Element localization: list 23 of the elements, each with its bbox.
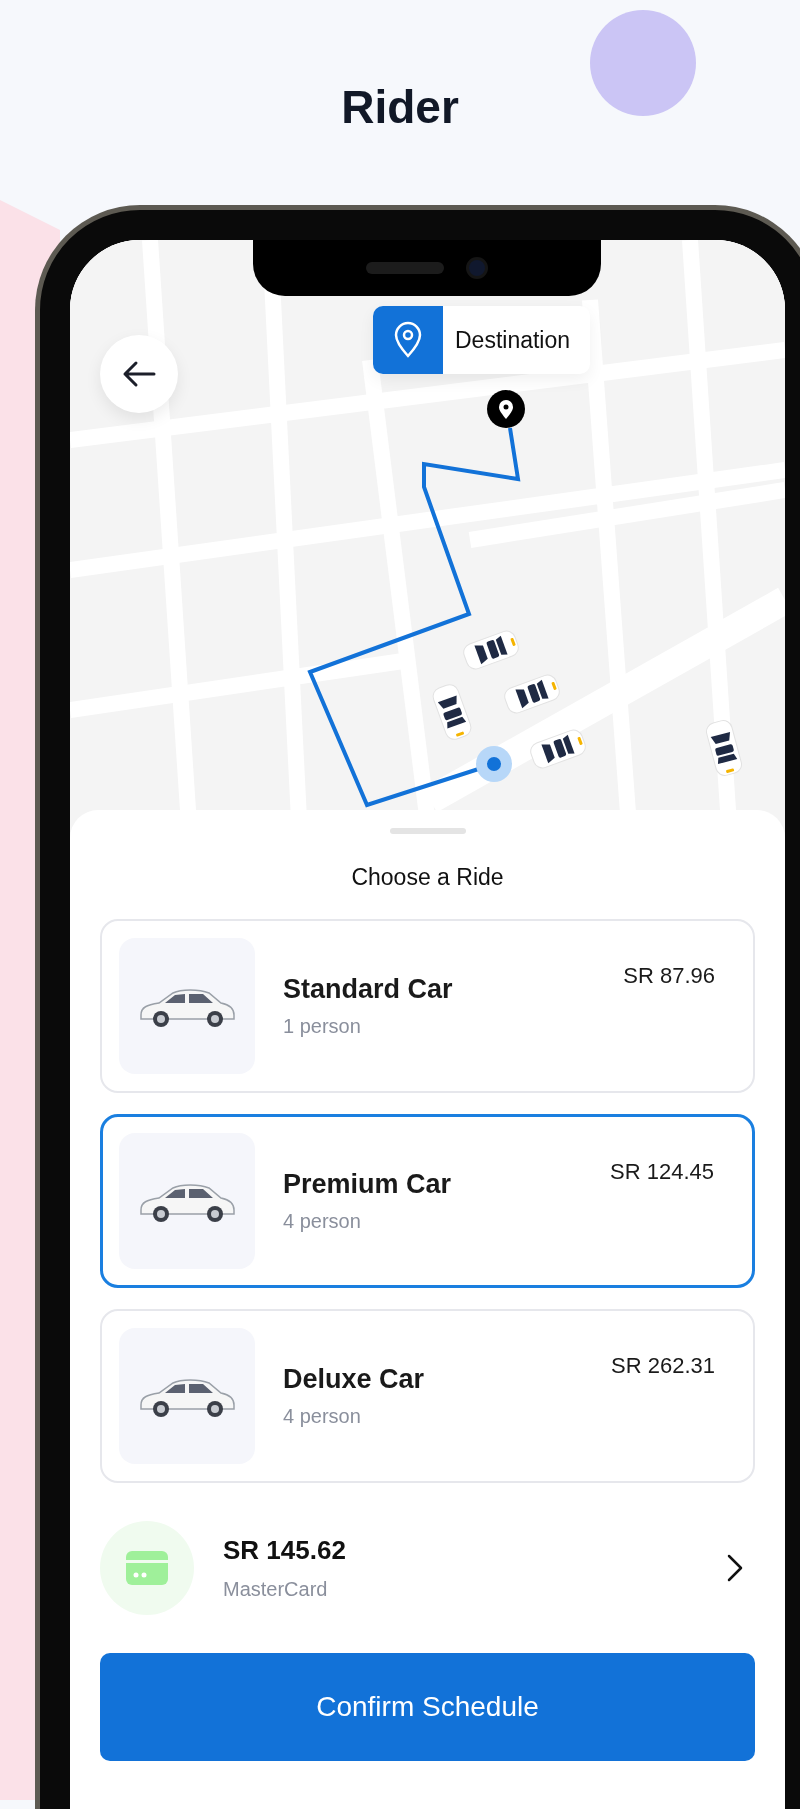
sheet-handle[interactable]: [389, 828, 466, 834]
back-arrow-icon: [122, 360, 156, 388]
payment-method: MasterCard: [223, 1578, 329, 1601]
ride-capacity: 4 person: [283, 1405, 362, 1428]
ride-price: SR 87.96: [623, 963, 715, 989]
payment-amount: SR 145.62: [223, 1535, 347, 1566]
ride-price: SR 124.45: [610, 1159, 714, 1185]
ride-name: Premium Car: [283, 1169, 453, 1200]
ride-option-card[interactable]: Premium Car 4 person SR 124.45: [100, 1114, 755, 1288]
ride-capacity: 4 person: [283, 1210, 362, 1233]
ride-price: SR 262.31: [611, 1353, 715, 1379]
destination-pin-icon: [487, 390, 525, 428]
ride-capacity: 1 person: [283, 1015, 362, 1038]
ride-name: Standard Car: [283, 974, 454, 1005]
page-title: Rider: [341, 80, 459, 135]
ride-option-card[interactable]: Standard Car 1 person SR 87.96: [100, 919, 755, 1093]
sheet-title: Choose a Ride: [350, 864, 505, 892]
confirm-schedule-button[interactable]: Confirm Schedule: [100, 1653, 755, 1761]
ride-option-card[interactable]: Deluxe Car 4 person SR 262.31: [100, 1309, 755, 1483]
destination-label: Destination: [454, 325, 572, 355]
ride-name: Deluxe Car: [283, 1364, 426, 1395]
chevron-right-icon[interactable]: [727, 1554, 743, 1582]
current-location-icon: [476, 746, 512, 782]
